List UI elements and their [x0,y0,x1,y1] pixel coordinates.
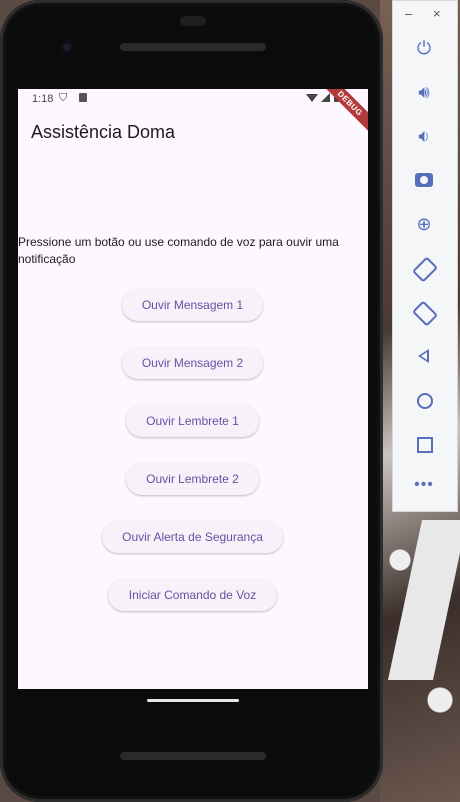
front-camera [60,40,74,54]
emulator-phone-frame: 1:18 ⛉ DEBUG Assistência Doma Pressione … [0,0,383,802]
app-screen: 1:18 ⛉ DEBUG Assistência Doma Pressione … [18,89,368,689]
status-time: 1:18 [32,93,54,105]
back-icon[interactable] [410,342,438,370]
bottom-speaker-grille [120,752,266,760]
app-bar-title: Assistência Doma [31,122,176,142]
play-message-2-button[interactable]: Ouvir Mensagem 2 [122,347,263,379]
rotate-right-icon[interactable] [410,298,439,327]
home-icon[interactable] [410,386,438,414]
wifi-icon [306,94,318,102]
cell-signal-icon [321,93,330,102]
rotate-left-icon[interactable] [410,254,439,283]
sim-card-icon [79,93,87,102]
volume-down-icon[interactable]: 🔉︎ [410,122,438,150]
volume-up-icon[interactable]: 🔊︎ [410,78,438,106]
top-speaker-grille [120,43,266,51]
status-bar: 1:18 ⛉ [18,89,368,109]
earpiece [180,16,206,26]
camera-icon[interactable] [410,166,438,194]
more-icon[interactable]: ••• [410,474,438,502]
close-button[interactable]: × [433,6,441,21]
minimize-button[interactable]: – [405,6,412,21]
gesture-nav-bar[interactable] [147,699,239,702]
overview-icon[interactable] [410,430,438,458]
emulator-toolbar: – × ⏻ 🔊︎ 🔉︎ ⊕ ••• [392,0,458,512]
instruction-text: Pressione um botão ou use comando de voz… [18,235,339,266]
play-security-alert-button[interactable]: Ouvir Alerta de Segurança [102,521,283,553]
zoom-icon[interactable]: ⊕ [410,210,438,238]
start-voice-command-button[interactable]: Iniciar Comando de Voz [108,579,277,611]
play-reminder-2-button[interactable]: Ouvir Lembrete 2 [126,463,259,495]
power-icon[interactable]: ⏻ [410,34,438,62]
play-message-1-button[interactable]: Ouvir Mensagem 1 [122,289,263,321]
shield-icon: ⛉ [59,92,68,104]
play-reminder-1-button[interactable]: Ouvir Lembrete 1 [126,405,259,437]
